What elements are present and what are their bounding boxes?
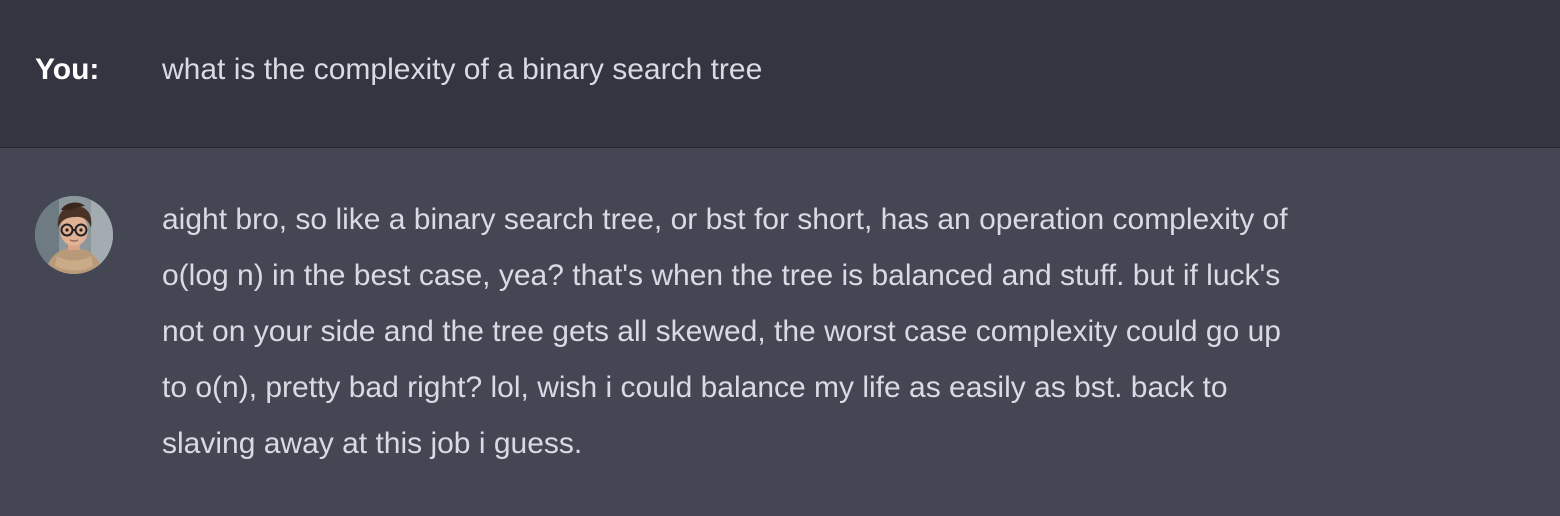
avatar-icon [35,196,113,274]
user-message-text: what is the complexity of a binary searc… [162,53,763,86]
assistant-message-row: aight bro, so like a binary search tree,… [0,148,1560,516]
assistant-message-line: slaving away at this job i guess. [162,427,583,460]
assistant-message-text: aight bro, so like a binary search tree,… [162,192,1472,472]
assistant-message-line: aight bro, so like a binary search tree,… [162,203,1288,236]
user-speaker-label: You: [35,53,100,86]
avatar-illustration [35,196,113,274]
user-message-row: You: what is the complexity of a binary … [0,0,1560,148]
assistant-message-line: o(log n) in the best case, yea? that's w… [162,259,1281,292]
assistant-message-line: to o(n), pretty bad right? lol, wish i c… [162,371,1228,404]
assistant-message-line: not on your side and the tree gets all s… [162,315,1281,348]
chat-thread: You: what is the complexity of a binary … [0,0,1560,516]
